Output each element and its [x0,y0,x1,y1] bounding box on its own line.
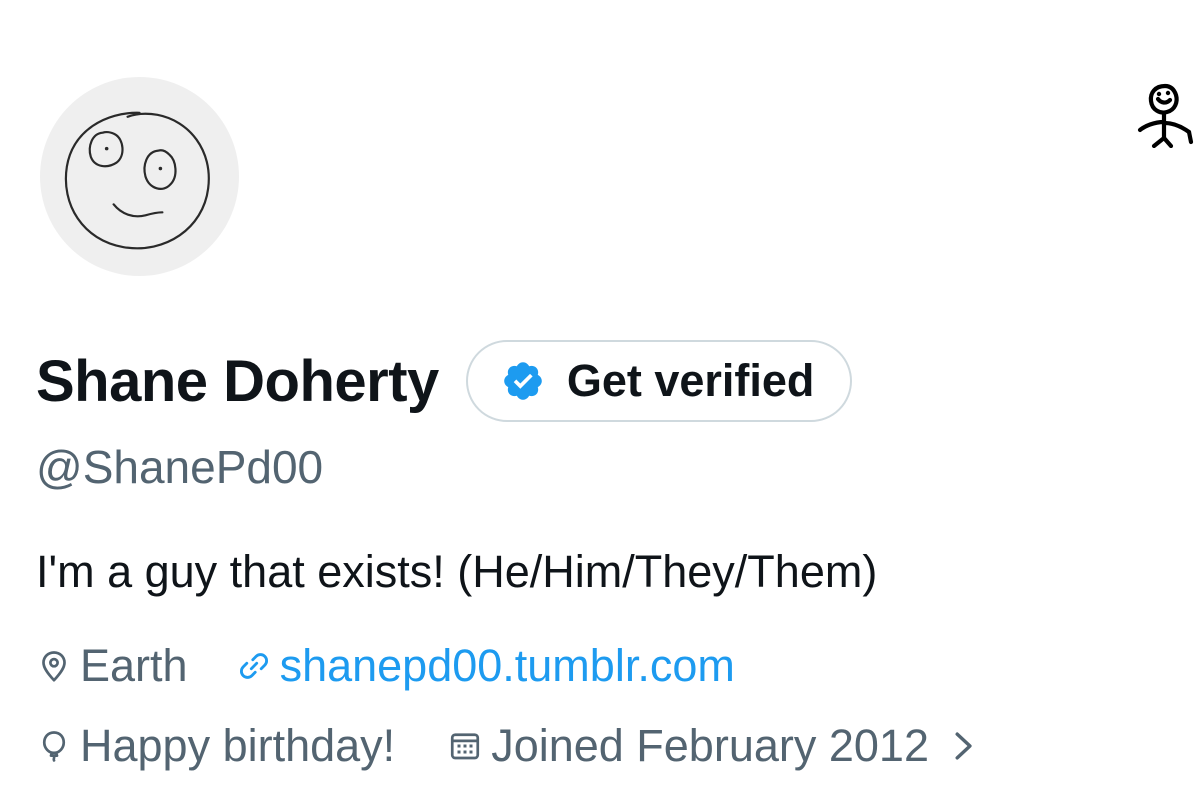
doodle-person-icon[interactable] [1134,82,1196,148]
smiley-face-icon [64,111,210,250]
website-link[interactable]: shanepd00.tumblr.com [280,640,735,692]
link-icon [239,653,268,679]
user-handle: @ShanePd00 [36,441,324,493]
bio-text: I'm a guy that exists! (He/Him/They/Them… [36,546,878,597]
display-name: Shane Doherty [36,348,439,414]
verified-badge-icon [504,362,542,400]
get-verified-button[interactable]: Get verified [465,340,853,422]
website-item[interactable]: shanepd00.tumblr.com [236,640,735,692]
get-verified-label: Get verified [566,355,815,406]
avatar[interactable] [40,77,239,276]
birthday-item: Happy birthday! [36,720,395,772]
profile-meta-row-1: Earth shanepd00.tumblr.com [36,638,735,694]
location-pin-icon [42,651,66,682]
profile-meta-row-2: Happy birthday! Joined February 2012 [36,718,977,774]
location-text: Earth [80,640,188,691]
joined-item[interactable]: Joined February 2012 [447,720,977,772]
profile-header: Shane Doherty Get verified @ShanePd00 I'… [0,0,1200,793]
joined-text: Joined February 2012 [491,720,929,771]
location-item: Earth [36,640,188,692]
birthday-text: Happy birthday! [80,720,396,771]
name-row: Shane Doherty Get verified [36,338,853,424]
chevron-right-icon[interactable] [951,729,977,763]
calendar-icon [451,733,480,760]
balloon-icon [42,731,66,762]
